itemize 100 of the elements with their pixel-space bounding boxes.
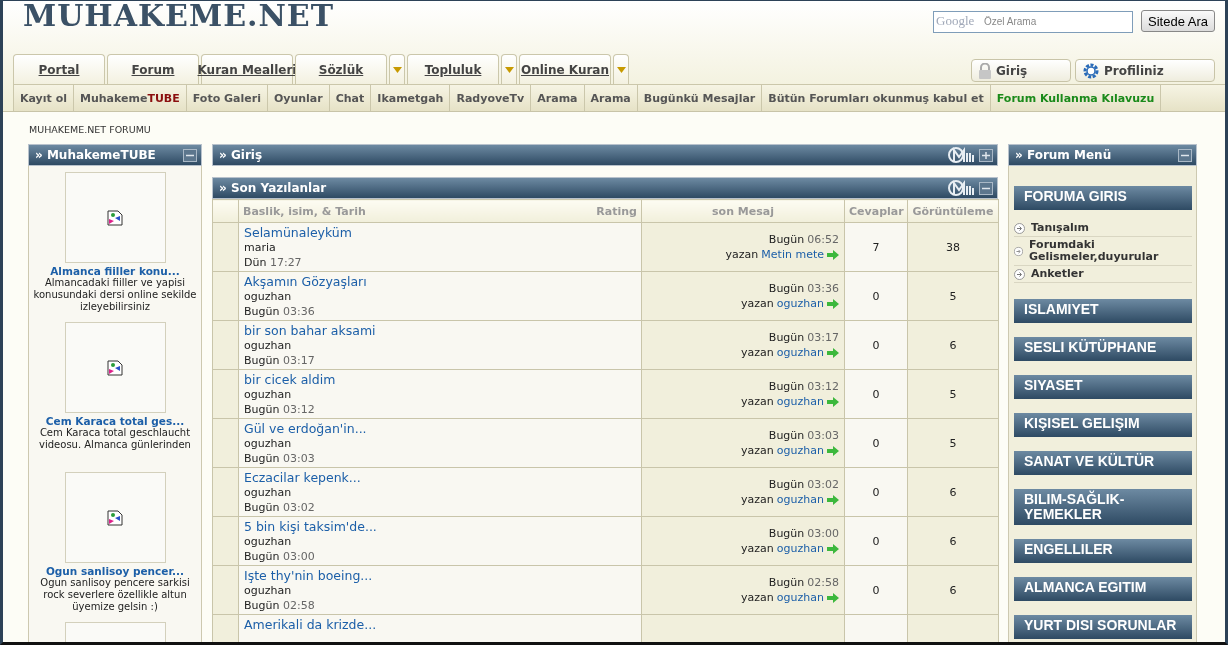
nav-link[interactable]: Forum Kullanma Kılavuzu	[989, 85, 1162, 111]
login-button[interactable]: Giriş	[971, 59, 1071, 82]
last-post-date: Bugün 06:52	[768, 232, 839, 247]
category-bar[interactable]: SIYASET	[1014, 375, 1192, 399]
topic-link[interactable]: bir son bahar aksami	[244, 323, 636, 338]
reply-count: 0	[872, 534, 880, 548]
view-count: 6	[949, 534, 957, 548]
video-description: Almancadaki fiiller ve yapisi konusundaki dersi online sekilde izleyebilirsiniz	[33, 277, 197, 313]
nav-tab[interactable]: Online Kuran	[519, 54, 611, 84]
reply-count: 0	[872, 338, 880, 352]
category-bar[interactable]: SANAT VE KÜLTÜR	[1014, 451, 1192, 475]
category-bar[interactable]: ALMANCA EGITIM	[1014, 577, 1192, 601]
topic-author: maria	[244, 240, 277, 255]
nav-tab[interactable]: Forum	[107, 54, 199, 84]
by-label: yazan	[741, 345, 774, 360]
user-link[interactable]: oguzhan	[776, 345, 824, 360]
site-logo[interactable]: MUHAKEME.NET	[23, 1, 335, 36]
user-link[interactable]: Metin mete	[761, 247, 824, 262]
forum-link[interactable]: Forumdaki Gelismeler,duyurular	[1029, 239, 1192, 263]
last-post-date: Bugün 03:03	[768, 428, 839, 443]
category-bar[interactable]: BILIM-SAĞLIK-YEMEKLER	[1014, 489, 1192, 525]
topic-link[interactable]: Gül ve erdoğan'in...	[244, 421, 636, 436]
category-bar[interactable]: FORUMA GIRIS	[1014, 186, 1192, 210]
reply-count: 0	[872, 436, 880, 450]
view-count: 6	[949, 338, 957, 352]
topic-link[interactable]: bir cicek aldim	[244, 372, 636, 387]
topic-author: oguzhan	[244, 485, 293, 500]
video-description: Ogun sanlisoy pencere sarkisi rock severlere özellikle altun üyemize gelsin :)	[39, 577, 191, 613]
reply-count: 0	[872, 289, 880, 303]
nav-link[interactable]: Arama	[530, 85, 584, 111]
by-label: yazan	[741, 590, 774, 605]
nav-link[interactable]: Kayıt ol	[13, 85, 73, 111]
last-post-date: Bugün 02:58	[768, 575, 839, 590]
topic-date: Bugün 03:02	[244, 500, 316, 515]
nav-link[interactable]: Arama	[583, 85, 637, 111]
reply-count: 0	[872, 485, 880, 499]
view-count: 5	[949, 436, 957, 450]
by-label: yazan	[741, 541, 774, 556]
user-link[interactable]: oguzhan	[776, 492, 824, 507]
user-link[interactable]: oguzhan	[776, 541, 824, 556]
topic-author: oguzhan	[244, 387, 293, 402]
topic-date: Dün 17:27	[244, 255, 303, 270]
last-post-date: Bugün 03:02	[768, 477, 839, 492]
topic-link[interactable]: Selamünaleyküm	[244, 225, 636, 240]
topic-author: oguzhan	[244, 534, 293, 549]
topic-date: Bugün 02:58	[244, 598, 316, 613]
topic-link[interactable]: Eczacilar kepenk...	[244, 470, 636, 485]
category-bar[interactable]: KIŞISEL GELIŞIM	[1014, 413, 1192, 437]
topic-link[interactable]: Akşamın Gözyaşları	[244, 274, 636, 289]
view-count: 5	[949, 387, 957, 401]
nav-link[interactable]: Bugünkü Mesajlar	[636, 85, 762, 111]
reply-count: 7	[872, 240, 880, 254]
reply-count: 0	[872, 387, 880, 401]
video-description: Cem Karaca total geschlaucht videosu. Almanca günlerinden	[38, 427, 192, 451]
topic-author: oguzhan	[244, 583, 293, 598]
topic-author: oguzhan	[244, 289, 293, 304]
by-label: yazan	[741, 443, 774, 458]
video-title[interactable]: Almanca fiiller konu...	[50, 265, 180, 277]
panel-title: » MuhakemeTUBE	[35, 148, 156, 162]
video-title[interactable]: Cem Karaca total ges...	[45, 415, 185, 427]
category-bar[interactable]: ISLAMIYET	[1014, 299, 1192, 323]
view-count: 5	[949, 289, 957, 303]
topic-date: Bugün 03:36	[244, 304, 316, 319]
user-link[interactable]: oguzhan	[776, 296, 824, 311]
panel-title: » Giriş	[219, 148, 263, 162]
search-brand: Google	[936, 13, 975, 29]
forum-link[interactable]: Tanışalım	[1031, 222, 1090, 234]
breadcrumb[interactable]: MUHAKEME.NET FORUMU	[3, 112, 1225, 134]
video-title[interactable]: Ogun sanlisoy pencer...	[45, 565, 185, 577]
nav-tab[interactable]: Topluluk	[407, 54, 499, 84]
by-label: yazan	[741, 296, 774, 311]
category-bar[interactable]: ENGELLILER	[1014, 539, 1192, 563]
category-bar[interactable]: YURT DISI SORUNLAR	[1014, 615, 1192, 639]
user-link[interactable]: oguzhan	[776, 590, 824, 605]
nav-tab[interactable]: Sözlük	[295, 54, 387, 84]
last-post-date: Bugün 03:17	[768, 330, 839, 345]
nav-link[interactable]: Foto Galeri	[185, 85, 267, 111]
panel-title: » Forum Menü	[1015, 148, 1112, 162]
reply-count: 0	[872, 583, 880, 597]
user-link[interactable]: oguzhan	[776, 443, 824, 458]
by-label: yazan	[741, 394, 774, 409]
by-label: yazan	[741, 492, 774, 507]
panel-title: » Son Yazılanlar	[219, 181, 327, 195]
topic-date: Bugün 03:03	[244, 451, 316, 466]
nav-link[interactable]: Oyunlar	[266, 85, 329, 111]
topic-link[interactable]: Işte thy'nin boeing...	[244, 568, 636, 583]
last-post-date: Bugün 03:00	[768, 526, 839, 541]
nav-tab[interactable]: Portal	[13, 54, 105, 84]
topic-author: oguzhan	[244, 338, 293, 353]
nav-link[interactable]: MuhakemeTUBE	[72, 85, 186, 111]
nav-link[interactable]: Ikametgah	[370, 85, 450, 111]
nav-link[interactable]: Chat	[328, 85, 371, 111]
topic-link[interactable]: 5 bin kişi taksim'de...	[244, 519, 636, 534]
profile-button[interactable]: Profiliniz	[1075, 59, 1215, 82]
forum-link[interactable]: Anketler	[1031, 268, 1084, 280]
search-button[interactable]: Sitede Ara	[1141, 10, 1215, 32]
nav-link[interactable]: RadyoveTv	[449, 85, 531, 111]
user-link[interactable]: oguzhan	[776, 394, 824, 409]
category-bar[interactable]: SESLI KÜTÜPHANE	[1014, 337, 1192, 361]
nav-link[interactable]: Bütün Forumları okunmuş kabul et	[761, 85, 990, 111]
